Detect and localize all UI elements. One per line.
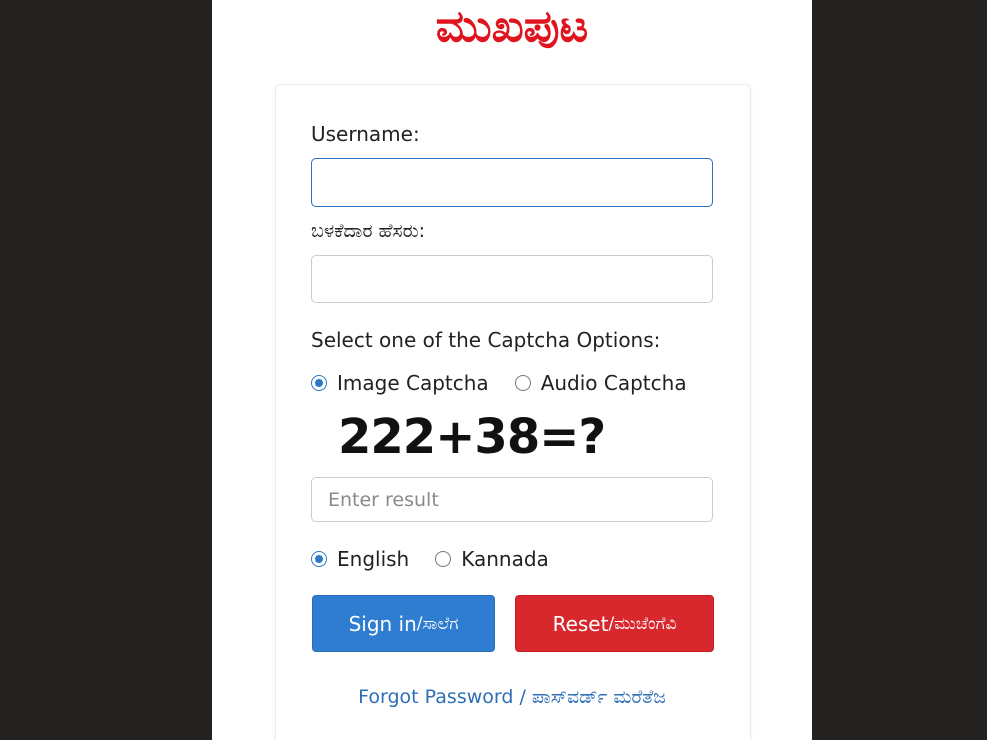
english-radio[interactable] [311,551,327,567]
kannada-option[interactable]: Kannada [435,547,549,571]
image-captcha-label: Image Captcha [337,371,489,395]
audio-captcha-label: Audio Captcha [540,371,687,395]
captcha-result-input[interactable] [311,477,713,522]
login-page: ಮುಖಪುಟ Username: ಬಳಕೆದಾರ ಹೆಸರು: Select o… [212,0,812,740]
sign-in-label: Sign in [348,611,417,636]
password-label: ಬಳಕೆದಾರ ಹೆಸರು: [311,220,426,242]
audio-captcha-radio[interactable] [514,375,531,391]
image-captcha-radio[interactable] [311,375,327,391]
kannada-radio[interactable] [435,551,452,567]
password-input[interactable] [311,255,713,303]
username-input[interactable] [311,158,713,207]
reset-label: Reset [552,611,609,636]
kannada-label: Kannada [461,547,549,571]
captcha-challenge: 222+38=? [338,409,606,465]
captcha-type-group: Image Captcha Audio Captcha [311,370,687,396]
language-group: English Kannada [311,546,549,572]
page-title: ಮುಖಪುಟ [435,1,589,52]
english-label: English [337,547,410,571]
reset-label-kannada: /ಮುಚೆಂಗೆವಿ [608,613,677,634]
image-captcha-option[interactable]: Image Captcha [311,371,489,395]
english-option[interactable]: English [311,547,409,571]
sign-in-label-kannada: /ಸಾಲೆಗ [416,613,459,634]
audio-captcha-option[interactable]: Audio Captcha [514,371,687,395]
forgot-password-link[interactable]: Forgot Password / ಪಾಸ್‌ವರ್ಡ್ ಮರೆತೆಜ [212,684,812,710]
captcha-options-label: Select one of the Captcha Options: [311,328,661,352]
sign-in-button[interactable]: Sign in /ಸಾಲೆಗ [312,595,495,652]
username-label: Username: [311,122,420,146]
reset-button[interactable]: Reset /ಮುಚೆಂಗೆವಿ [515,595,714,652]
